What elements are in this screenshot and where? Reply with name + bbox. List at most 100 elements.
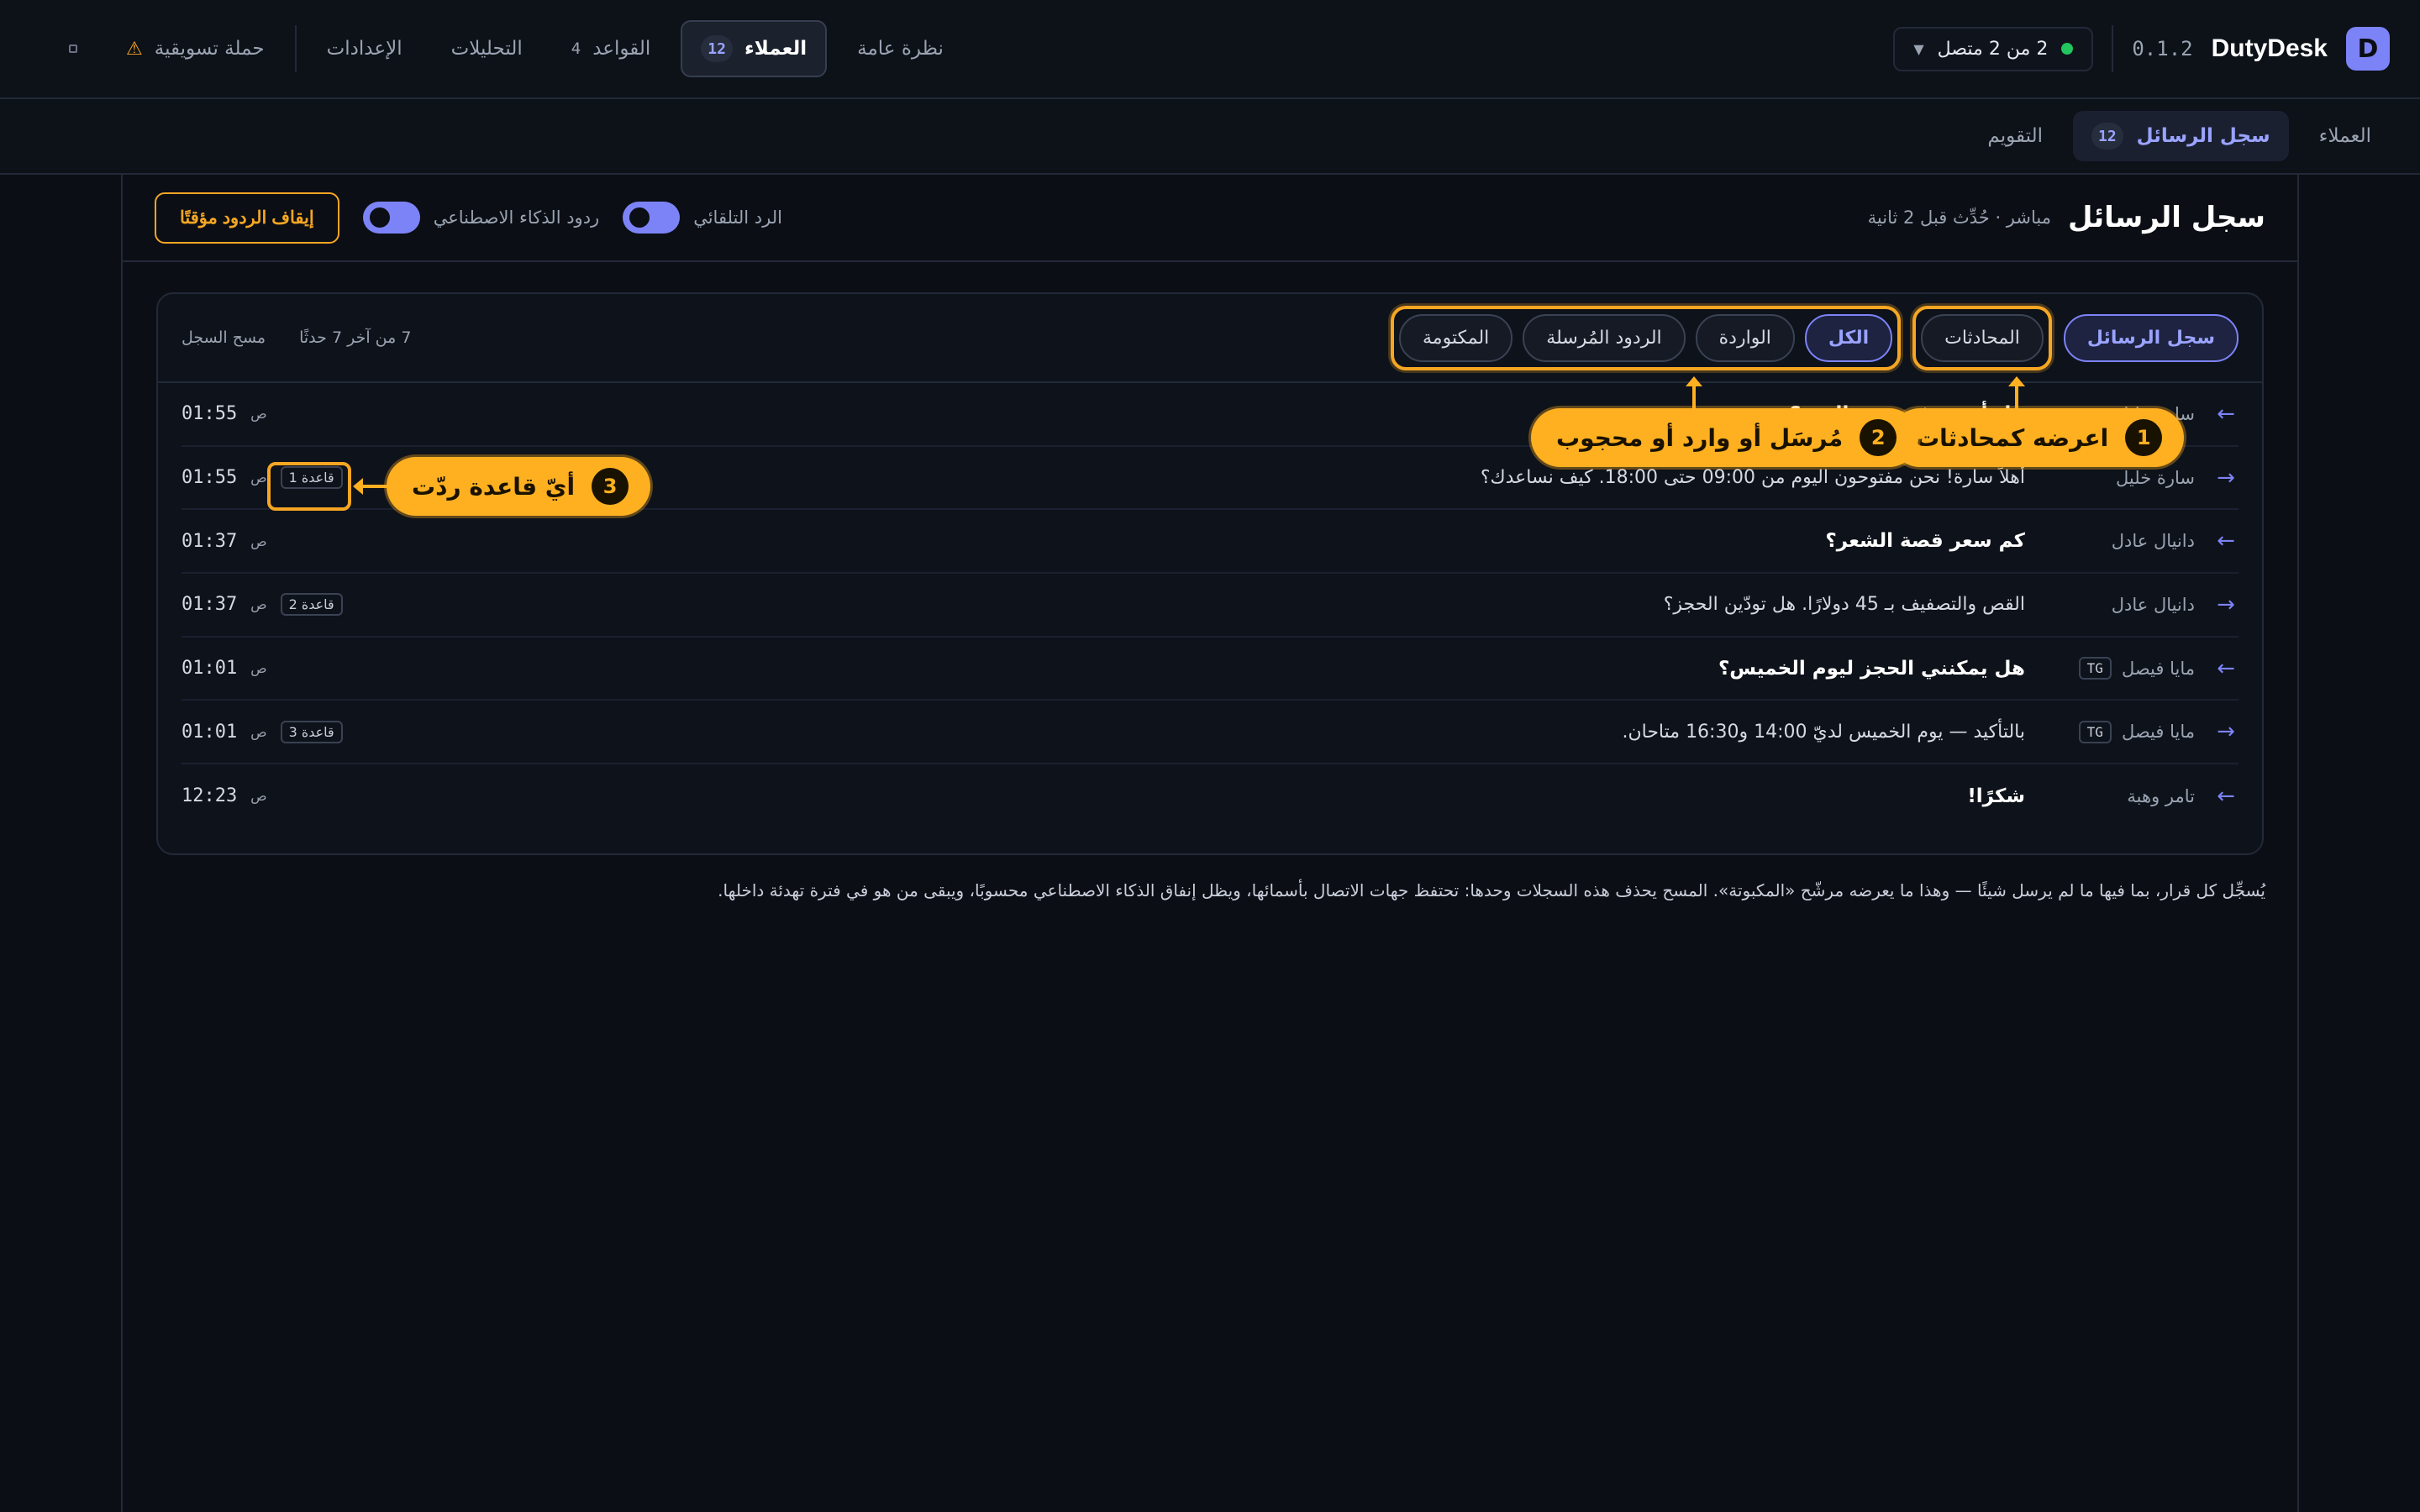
sender-cell: سارة خليل [2044, 468, 2195, 488]
callout-text: مُرسَل أو وارد أو محجوب [1556, 423, 1844, 452]
main-column: سجل الرسائل مباشر · حُدِّث قبل 2 ثانية ا… [121, 175, 2299, 1512]
auto-reply-toggle[interactable] [623, 202, 681, 234]
ampm-value: ص [250, 470, 267, 486]
channel-badge: TG [2078, 720, 2112, 743]
time-value: 01:37 [182, 530, 238, 552]
count-badge: 12 [2091, 123, 2123, 150]
sender-name: مايا فيصل [2121, 722, 2195, 743]
rule-badge[interactable]: قاعدة 2 [280, 593, 343, 617]
count-badge: 4 [571, 39, 581, 58]
ampm-value: ص [250, 596, 267, 613]
app-name: DutyDesk [2211, 34, 2328, 62]
warning-icon: ⚠ [126, 38, 143, 60]
subnav-customers[interactable]: العملاء [2301, 113, 2390, 159]
time-cell: 12:23 ص [182, 785, 383, 806]
time-value: 12:23 [182, 785, 238, 807]
sender-cell: مايا فيصل TG [2044, 720, 2195, 743]
brand-area: D DutyDesk 0.1.2 2 من 2 متصل ▼ [1893, 25, 2390, 72]
sender-cell: دانيال عادل [2044, 531, 2195, 551]
nav-campaign[interactable]: حملة تسويقية ⚠ [108, 24, 283, 73]
ampm-value: ص [250, 406, 267, 423]
nav-rules[interactable]: القواعد 4 [553, 24, 670, 73]
sender-name: تامر وهبة [2127, 785, 2195, 806]
nav-label: التحليلات [450, 38, 523, 60]
sender-cell: دانيال عادل [2044, 595, 2195, 615]
nav-settings[interactable]: الإعدادات [308, 24, 421, 73]
page-header: سجل الرسائل مباشر · حُدِّث قبل 2 ثانية ا… [123, 175, 2297, 262]
filter-suppressed[interactable]: المكتومة [1399, 313, 1513, 362]
filter-sent[interactable]: الردود المُرسلة [1523, 313, 1686, 362]
footnote: يُسجِّل كل قرار، بما فيها ما لم يرسل شيئ… [718, 880, 2265, 900]
event-count: 7 من آخر 7 حدثًا [299, 328, 412, 347]
incoming-arrow-icon: ← [2217, 401, 2235, 427]
channel-badge: TG [2078, 657, 2112, 680]
ampm-value: ص [250, 533, 267, 549]
card-toolbar: سجل الرسائل المحادثات الكل الواردة الردو… [158, 294, 2262, 383]
outgoing-arrow-icon: → [2217, 465, 2235, 491]
message-text: القص والتصفيف بـ 45 دولارًا. هل تودّين ا… [1663, 594, 2025, 616]
online-dot-icon [2061, 43, 2074, 55]
ampm-value: ص [250, 723, 267, 740]
rule-badge-highlight [267, 462, 351, 511]
filter-all[interactable]: الكل [1804, 313, 1893, 362]
subnav-calendar[interactable]: التقويم [1969, 113, 2061, 159]
live-status: مباشر · حُدِّث قبل 2 ثانية [1867, 207, 2051, 228]
divider [294, 25, 297, 72]
connection-selector[interactable]: 2 من 2 متصل ▼ [1893, 26, 2094, 71]
table-row[interactable]: → مايا فيصل TG بالتأكيد — يوم الخميس لدي… [182, 701, 2238, 765]
table-row[interactable]: ← تامر وهبة شكرًا! 12:23 ص [182, 764, 2238, 828]
nav-label: العملاء [744, 38, 808, 60]
app-logo: D [2346, 27, 2390, 71]
time-cell: 01:37 ص قاعدة 2 [182, 593, 383, 617]
time-value: 01:55 [182, 403, 238, 425]
time-value: 01:01 [182, 658, 238, 680]
page-title: سجل الرسائل [2067, 201, 2265, 234]
callout-1-pointer [2008, 376, 2025, 410]
window-toggle-button[interactable] [50, 31, 96, 66]
pause-replies-button[interactable]: إيقاف الردود مؤقتًا [155, 192, 339, 244]
nav-analytics[interactable]: التحليلات [433, 24, 541, 73]
sub-nav: العملاء سجل الرسائل 12 التقويم [0, 99, 2420, 175]
callout-2-pointer [1686, 376, 1702, 410]
app-version: 0.1.2 [2132, 37, 2193, 60]
count-badge: 12 [701, 35, 733, 62]
tab-message-log[interactable]: سجل الرسائل [2063, 313, 2238, 362]
divider [2112, 25, 2114, 72]
subnav-message-log[interactable]: سجل الرسائل 12 [2072, 111, 2289, 161]
subnav-label: التقويم [1987, 125, 2043, 147]
sender-name: سارة خليل [2116, 467, 2195, 488]
auto-reply-toggle-group: الرد التلقائي [623, 202, 782, 234]
nav-overview[interactable]: نظرة عامة [839, 24, 962, 73]
message-text: كم سعر قصة الشعر؟ [1825, 530, 2025, 553]
clear-log-button[interactable]: مسح السجل [182, 328, 266, 347]
filter-incoming[interactable]: الواردة [1695, 313, 1795, 362]
nav-customers[interactable]: العملاء 12 [681, 20, 828, 77]
time-value: 01:55 [182, 467, 238, 489]
table-row[interactable]: ← دانيال عادل كم سعر قصة الشعر؟ 01:37 ص [182, 510, 2238, 575]
nav-label: الإعدادات [326, 38, 402, 60]
auto-reply-label: الرد التلقائي [693, 207, 782, 228]
ai-reply-label: ردود الذكاء الاصطناعي [433, 207, 600, 228]
message-text: شكرًا! [1967, 785, 2025, 807]
outgoing-arrow-icon: → [2217, 719, 2235, 745]
filter-highlight: الكل الواردة الردود المُرسلة المكتومة [1391, 305, 1902, 370]
table-row[interactable]: → دانيال عادل القص والتصفيف بـ 45 دولارً… [182, 574, 2238, 638]
rule-badge[interactable]: قاعدة 3 [280, 720, 343, 743]
time-cell: 01:01 ص قاعدة 3 [182, 720, 383, 743]
ampm-value: ص [250, 660, 267, 677]
callout-number: 1 [2125, 419, 2163, 456]
time-value: 01:37 [182, 594, 238, 616]
ampm-value: ص [250, 788, 267, 805]
callout-1: 1 اعرضه كمحادثات [1891, 408, 2185, 467]
tab-conversations[interactable]: المحادثات [1921, 313, 2044, 362]
outgoing-arrow-icon: → [2217, 591, 2235, 617]
ai-reply-toggle-group: ردود الذكاء الاصطناعي [362, 202, 600, 234]
sender-name: مايا فيصل [2121, 658, 2195, 679]
nav-label: نظرة عامة [857, 38, 944, 60]
callout-3-pointer [353, 478, 390, 495]
incoming-arrow-icon: ← [2217, 528, 2235, 554]
incoming-arrow-icon: ← [2217, 655, 2235, 681]
ai-reply-toggle[interactable] [362, 202, 420, 234]
subnav-label: العملاء [2318, 125, 2371, 147]
table-row[interactable]: ← مايا فيصل TG هل يمكنني الحجز ليوم الخم… [182, 638, 2238, 701]
